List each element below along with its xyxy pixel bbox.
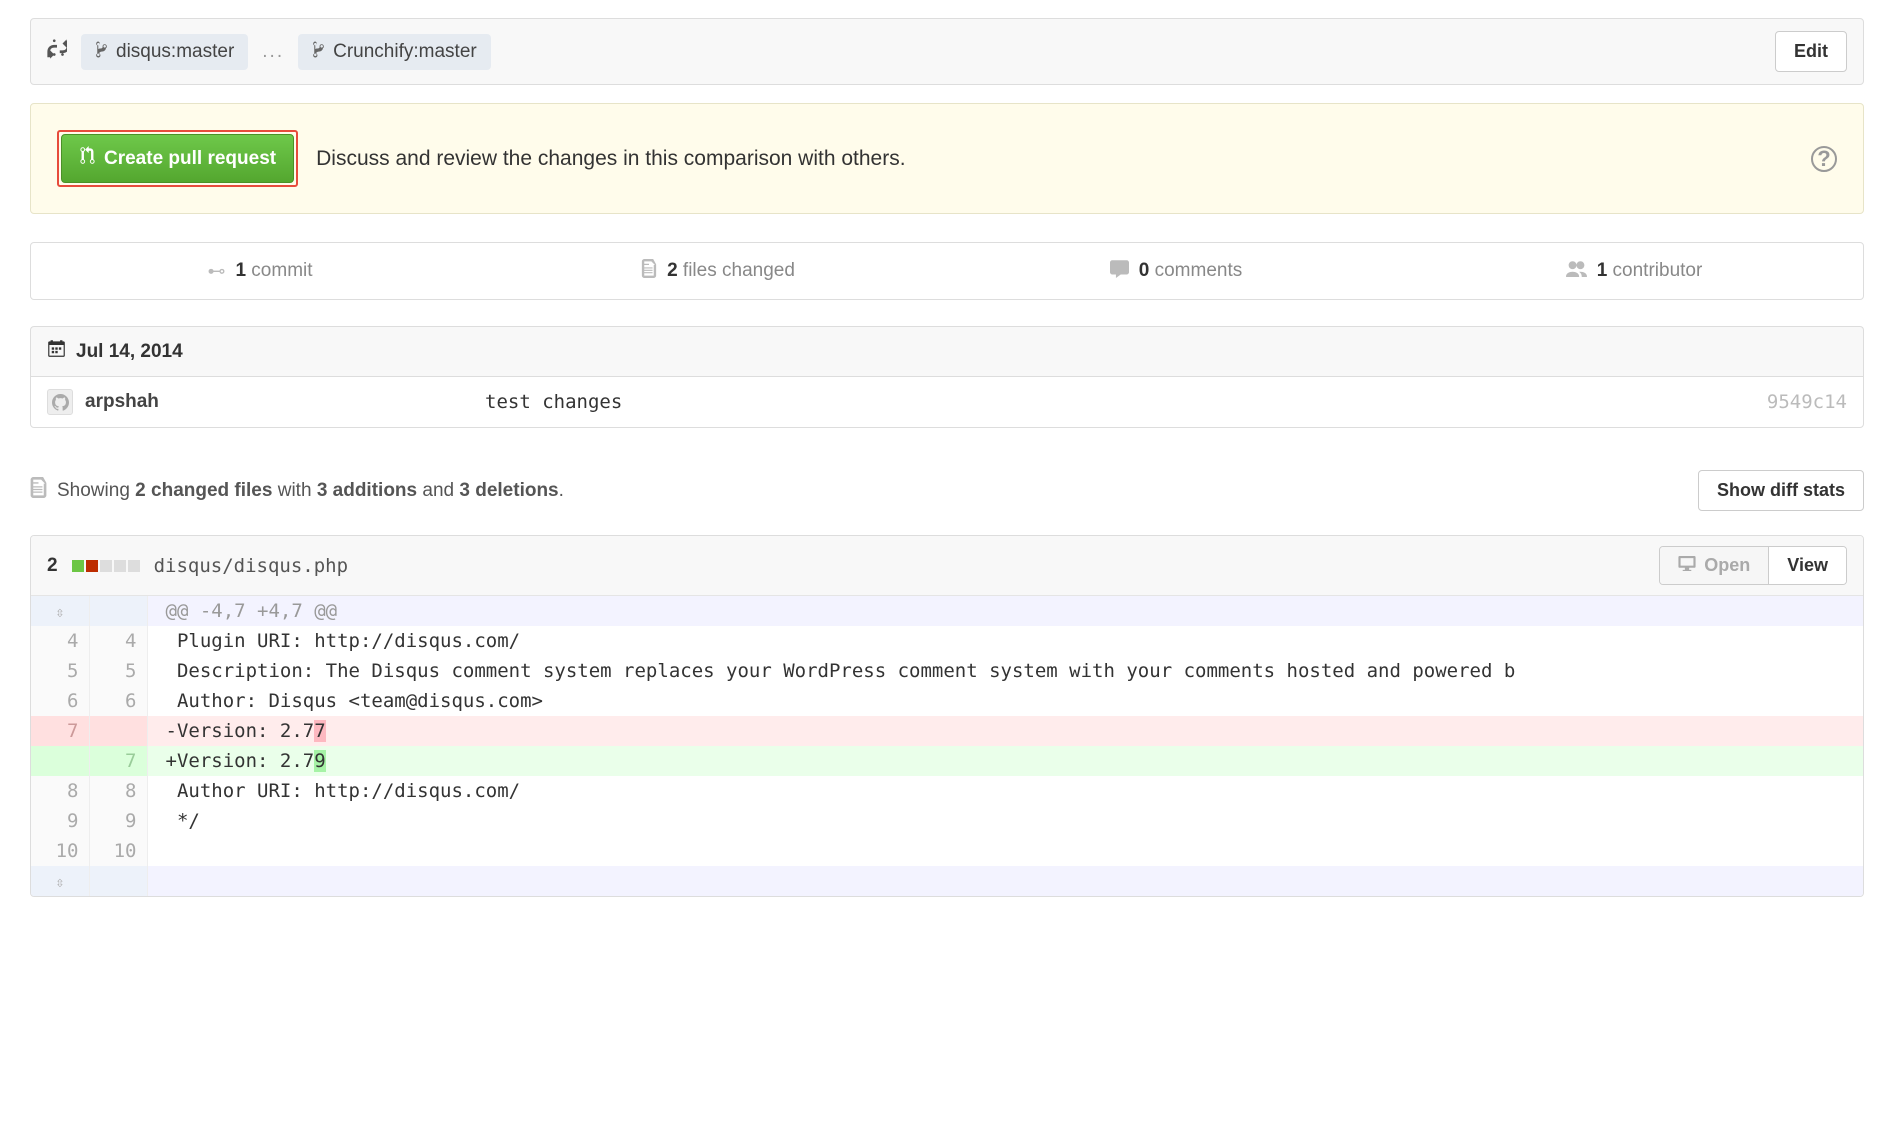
view-label: View [1787,555,1828,576]
help-icon[interactable]: ? [1811,146,1837,172]
commit-date-label: Jul 14, 2014 [76,341,183,363]
contributors-label: contributor [1607,260,1702,281]
new-line-number[interactable]: 4 [89,626,147,656]
code-cell [147,836,1863,866]
new-line-number[interactable]: 5 [89,656,147,686]
pr-banner-description: Discuss and review the changes in this c… [316,147,905,171]
new-line-number[interactable] [89,716,147,746]
highlight-box: Create pull request [57,130,298,187]
compare-icon [47,38,67,66]
compare-header: disqus:master ... Crunchify:master Edit [30,18,1864,85]
base-branch-label: disqus:master [116,41,234,63]
files-label: files changed [678,260,795,281]
open-label: Open [1704,555,1750,576]
diff-table: ⇳ @@ -4,7 +4,7 @@ 44 Plugin URI: http://… [31,596,1863,896]
old-line-number[interactable]: 7 [31,716,89,746]
create-pr-banner: Create pull request Discuss and review t… [30,103,1864,214]
old-line-number[interactable]: 10 [31,836,89,866]
diff-line-context: 55 Description: The Disqus comment syste… [31,656,1863,686]
diff-line-addition: 7+Version: 2.79 [31,746,1863,776]
hunk-expand-bottom: ⇳ [31,866,1863,896]
code-cell: */ [147,806,1863,836]
branch-icon [312,41,325,63]
code-cell: Plugin URI: http://disqus.com/ [147,626,1863,656]
contributors-count: 1 [1597,260,1608,281]
file-header: 2 disqus/disqus.php Open View [31,536,1863,596]
diff-line-context: 88 Author URI: http://disqus.com/ [31,776,1863,806]
unfold-icon: ⇳ [55,873,64,891]
code-cell: +Version: 2.79 [147,746,1863,776]
new-line-number[interactable]: 10 [89,836,147,866]
old-line-number[interactable]: 8 [31,776,89,806]
desktop-icon [1678,555,1696,576]
new-line-number[interactable]: 8 [89,776,147,806]
new-line-number[interactable]: 7 [89,746,147,776]
people-icon [1566,260,1587,282]
file-path[interactable]: disqus/disqus.php [154,555,348,577]
diff-line-context: 99 */ [31,806,1863,836]
hunk-header: @@ -4,7 +4,7 @@ [147,596,1863,626]
commit-row: arpshah test changes 9549c14 [30,376,1864,428]
commit-date-header: Jul 14, 2014 [30,326,1864,376]
files-count: 2 [667,260,678,281]
old-line-number[interactable]: 6 [31,686,89,716]
diff-line-context: 1010 [31,836,1863,866]
head-branch-label: Crunchify:master [333,41,477,63]
file-change-count: 2 [47,555,58,577]
stat-files[interactable]: 2 files changed [489,243,947,299]
new-line-number[interactable]: 6 [89,686,147,716]
diff-line-context: 44 Plugin URI: http://disqus.com/ [31,626,1863,656]
old-line-number[interactable]: 5 [31,656,89,686]
expand-hunk-bottom[interactable]: ⇳ [31,866,89,896]
old-line-number[interactable]: 4 [31,626,89,656]
stat-commits[interactable]: ⊷ 1 commit [31,243,489,299]
file-diff: 2 disqus/disqus.php Open View [30,535,1864,897]
edit-button[interactable]: Edit [1775,31,1847,72]
diff-line-context: 66 Author: Disqus <team@disqus.com> [31,686,1863,716]
commit-icon: ⊷ [207,261,225,282]
file-actions: Open View [1659,546,1847,585]
hunk-header-row: ⇳ @@ -4,7 +4,7 @@ [31,596,1863,626]
diffstat-blocks [72,560,140,572]
comment-icon [1110,259,1129,283]
commits-label: commit [246,260,313,281]
code-cell: -Version: 2.77 [147,716,1863,746]
stat-contributors[interactable]: 1 contributor [1405,243,1863,299]
code-cell: Description: The Disqus comment system r… [147,656,1863,686]
base-branch-chip[interactable]: disqus:master [81,34,248,70]
compare-branches: disqus:master ... Crunchify:master [47,34,491,70]
comments-count: 0 [1139,260,1150,281]
expand-hunk-top[interactable]: ⇳ [31,596,89,626]
diff-line-deletion: 7 -Version: 2.77 [31,716,1863,746]
file-diff-icon [30,477,47,504]
open-file-button: Open [1660,547,1768,584]
commit-message[interactable]: test changes [485,391,1767,413]
create-pr-label: Create pull request [104,148,276,170]
commit-sha[interactable]: 9549c14 [1767,391,1847,413]
pull-request-icon [79,146,96,171]
comments-label: comments [1149,260,1242,281]
branch-icon [95,41,108,63]
compare-separator: ... [262,41,284,63]
create-pull-request-button[interactable]: Create pull request [61,134,294,183]
view-file-button[interactable]: View [1768,547,1846,584]
diff-summary: Showing 2 changed files with 3 additions… [30,470,1864,511]
show-diff-stats-button[interactable]: Show diff stats [1698,470,1864,511]
commits-count: 1 [235,260,246,281]
unfold-icon: ⇳ [55,603,64,621]
stat-comments[interactable]: 0 comments [947,243,1405,299]
code-cell: Author URI: http://disqus.com/ [147,776,1863,806]
old-line-number[interactable]: 9 [31,806,89,836]
head-branch-chip[interactable]: Crunchify:master [298,34,491,70]
old-line-number[interactable] [31,746,89,776]
code-cell: Author: Disqus <team@disqus.com> [147,686,1863,716]
calendar-icon [47,339,66,364]
diff-stats-bar: ⊷ 1 commit 2 files changed 0 comments 1 … [30,242,1864,300]
diff-summary-text: Showing 2 changed files with 3 additions… [57,480,564,502]
file-diff-icon [641,259,657,283]
commit-author[interactable]: arpshah [85,391,485,413]
new-line-number[interactable]: 9 [89,806,147,836]
avatar[interactable] [47,389,73,415]
